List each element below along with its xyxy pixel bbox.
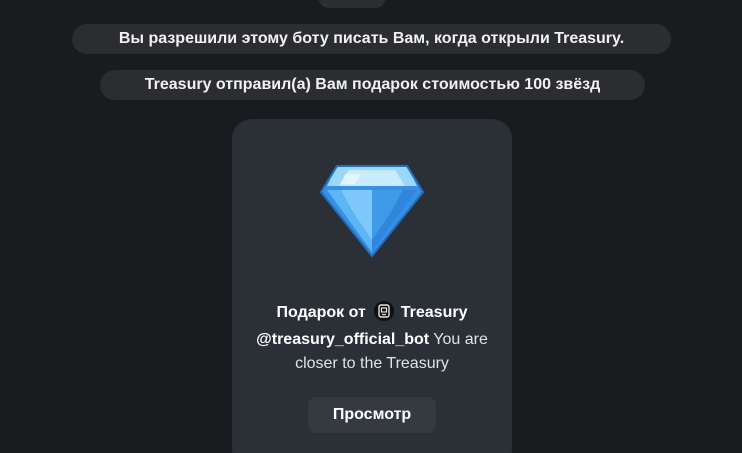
service-message-bot-permission: Вы разрешили этому боту писать Вам, когд… (72, 24, 671, 54)
service-message-gift-sent: Treasury отправил(а) Вам подарок стоимос… (100, 70, 645, 100)
gift-message: @treasury_official_bot You are closer to… (246, 328, 498, 376)
gift-sender-name[interactable]: Treasury (401, 304, 468, 321)
bot-handle-link[interactable]: @treasury_official_bot (256, 331, 429, 348)
gift-title-prefix: Подарок от (276, 304, 366, 321)
bot-avatar-icon (374, 301, 395, 321)
chat-area: Вы разрешили этому боту писать Вам, когд… (0, 0, 742, 453)
gift-card[interactable]: Подарок от Treasury @treasury_official_b… (232, 119, 512, 453)
gift-title: Подарок от Treasury (232, 301, 512, 324)
view-gift-button[interactable]: Просмотр (308, 397, 436, 433)
diamond-icon (319, 165, 425, 258)
date-badge (318, 0, 386, 8)
